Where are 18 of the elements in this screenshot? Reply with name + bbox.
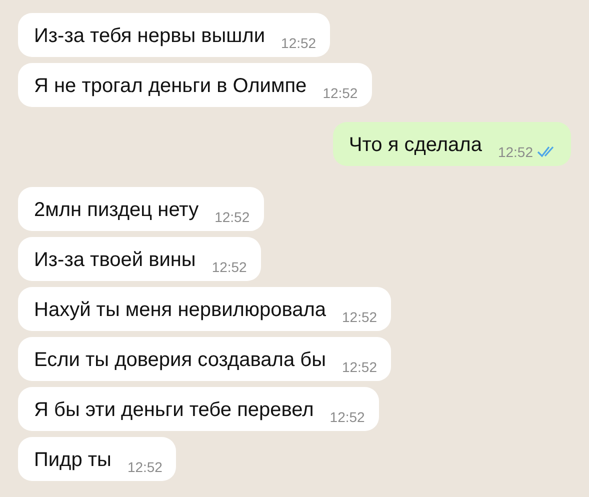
message-text: Из-за тебя нервы вышли [34, 24, 266, 49]
message-time: 12:52 [322, 85, 358, 101]
message-time: 12:52 [330, 409, 365, 425]
message-text: Что я сделала [348, 133, 482, 158]
message-time: 12:52 [212, 259, 247, 275]
message-text: Я бы эти деньги тебе перевел [34, 398, 314, 423]
message-text: Я не трогал деньги в Олимпе [34, 74, 307, 99]
message-text: Нахуй ты меня нервилюровала [34, 298, 326, 323]
message-time: 12:52 [127, 459, 162, 475]
message-time: 12:52 [281, 35, 316, 51]
message-time: 12:52 [214, 209, 250, 225]
message-time: 12:52 [342, 359, 377, 375]
message-text: Из-за твоей вины [34, 248, 196, 273]
message-text: 2млн пиздец нету [34, 198, 199, 223]
message-time: 12:52 [498, 144, 533, 160]
message-text: Пидр ты [34, 448, 112, 473]
message-text: Если ты доверия создавала бы [34, 348, 326, 373]
message-time: 12:52 [342, 309, 378, 325]
